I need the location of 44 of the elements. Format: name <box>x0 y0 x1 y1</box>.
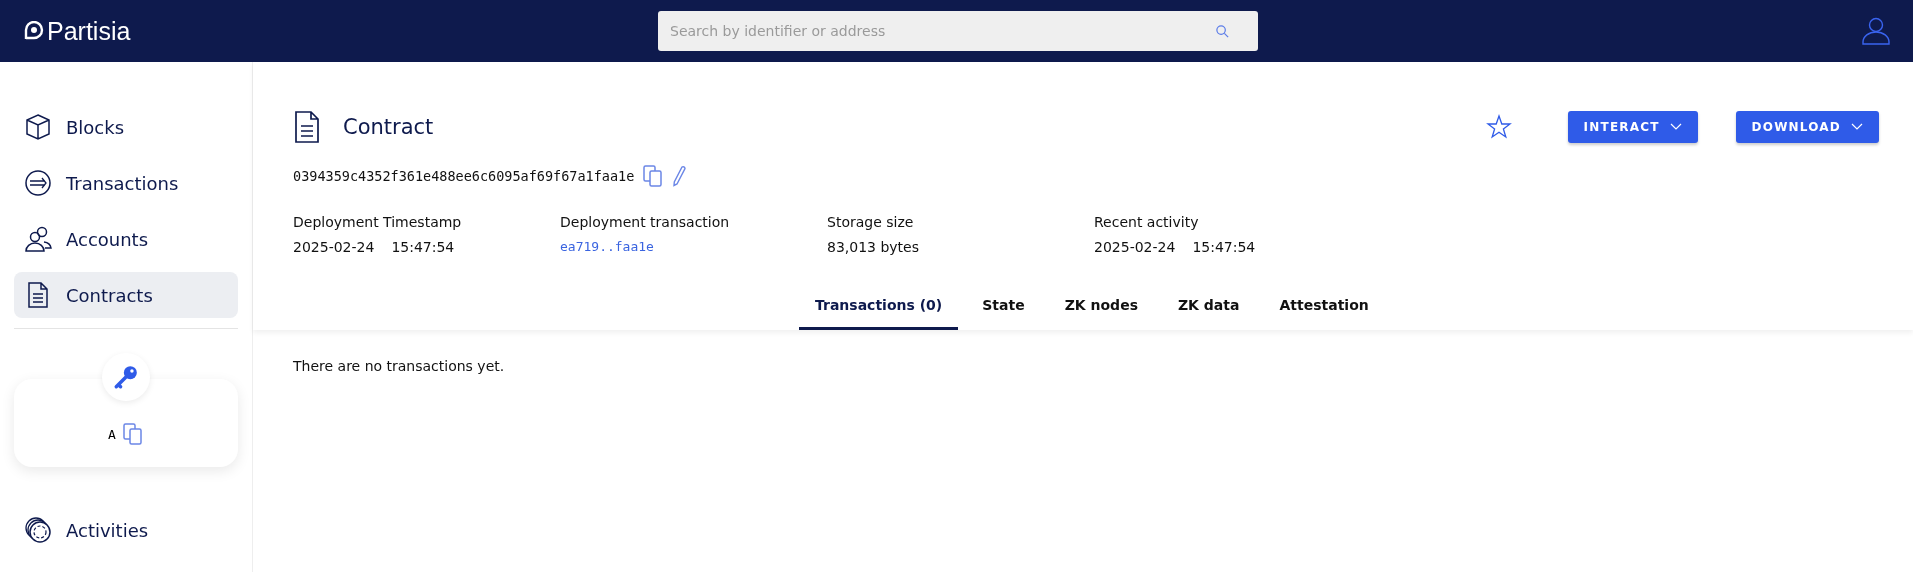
document-icon <box>293 110 321 144</box>
pencil-icon[interactable] <box>672 165 687 187</box>
tab[interactable]: Transactions (0) <box>799 285 959 330</box>
logo-text: Partisia <box>47 16 131 46</box>
info-value: 83,013 bytes <box>827 239 920 255</box>
info-date: 2025-02-24 <box>293 239 375 255</box>
sidebar-item[interactable]: Accounts <box>14 216 238 262</box>
interact-button[interactable]: INTERACT <box>1567 111 1698 143</box>
logo-icon <box>24 21 44 41</box>
copy-icon[interactable] <box>121 422 144 446</box>
sidebar-item[interactable]: Blocks <box>14 104 238 150</box>
tab[interactable]: ZK nodes <box>1048 285 1154 330</box>
info-label: Deployment transaction <box>560 214 731 230</box>
info-time: 15:47:54 <box>391 239 455 255</box>
chevron-icon <box>1851 123 1863 131</box>
info-label: Deployment Timestamp <box>293 214 463 230</box>
download-button[interactable]: DOWNLOAD <box>1735 111 1879 143</box>
star-icon[interactable] <box>1485 114 1512 140</box>
search-icon[interactable] <box>1215 24 1230 39</box>
arrow-circle-icon <box>24 169 52 197</box>
key-icon <box>113 364 139 390</box>
logo[interactable]: Partisia <box>24 16 658 46</box>
people-icon <box>24 225 52 253</box>
sidebar-item[interactable]: Activities <box>14 507 238 553</box>
user-icon[interactable] <box>1861 16 1891 46</box>
transaction-link[interactable]: ea719..faa1e <box>560 239 827 254</box>
copy-icon[interactable] <box>642 164 665 188</box>
contract-address: 0394359c4352f361e488ee6c6095af69f67a1faa1e <box>293 168 635 184</box>
sidebar-item[interactable]: Transactions <box>14 160 238 206</box>
sidebar-item[interactable]: Contracts <box>14 272 238 318</box>
empty-message: There are no transactions yet. <box>293 358 506 374</box>
info-date: 2025-02-24 <box>1094 239 1176 255</box>
info-time: 15:47:54 <box>1192 239 1256 255</box>
tab[interactable]: State <box>966 285 1041 330</box>
cube-icon <box>24 113 52 141</box>
search-field[interactable]: Search by identifier or address <box>658 11 1258 51</box>
info-label: Storage size <box>827 214 915 230</box>
info-label: Recent activity <box>1094 214 1200 230</box>
chevron-icon <box>1669 123 1682 131</box>
key-label: A <box>108 426 116 442</box>
tab[interactable]: ZK data <box>1161 285 1256 330</box>
coins-icon <box>24 516 52 544</box>
page-title: Contract <box>343 115 434 139</box>
tab[interactable]: Attestation <box>1263 285 1385 330</box>
